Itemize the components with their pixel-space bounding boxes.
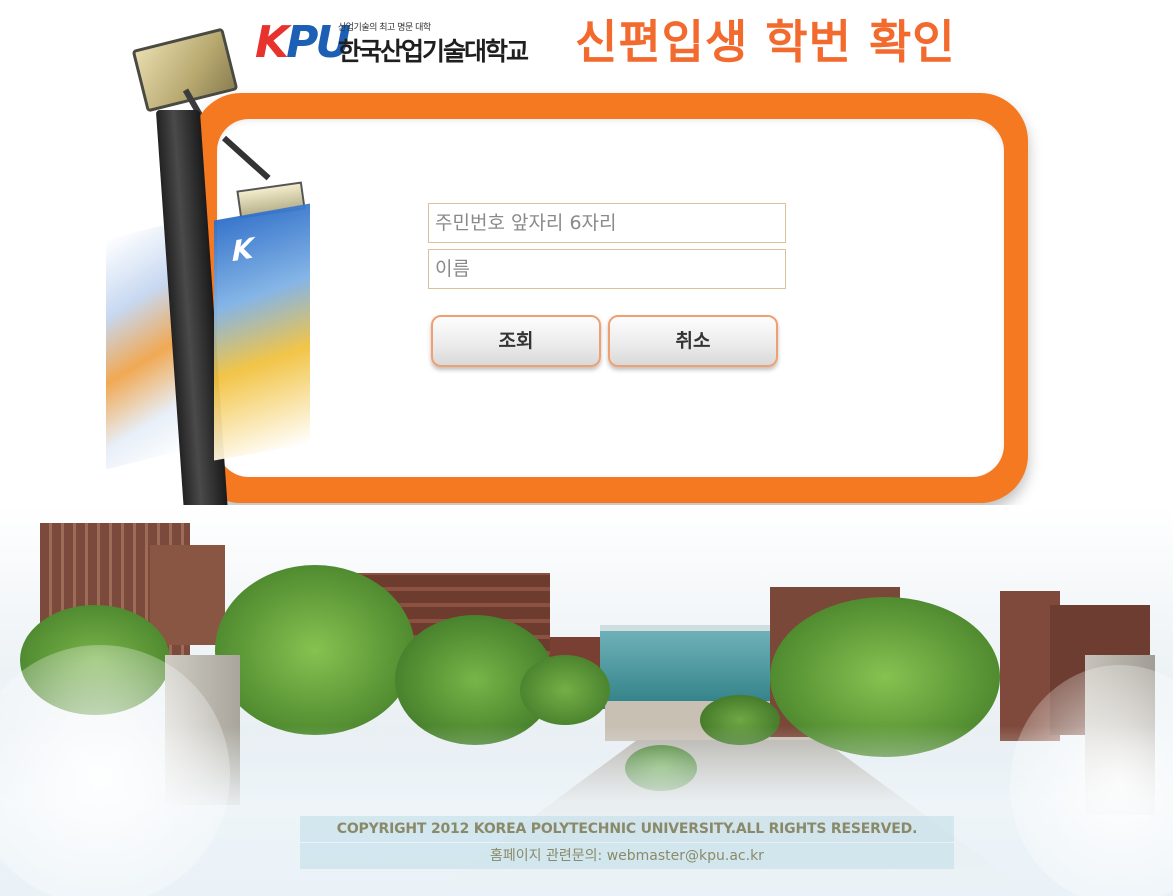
logo-letter-p: P <box>286 17 318 68</box>
form-frame <box>193 93 1028 503</box>
name-input[interactable] <box>428 249 786 289</box>
footer-copyright: COPYRIGHT 2012 KOREA POLYTECHNIC UNIVERS… <box>300 816 954 842</box>
logo-letter-k: K <box>255 17 289 68</box>
form-panel <box>217 119 1004 477</box>
birthdate-input[interactable] <box>428 203 786 243</box>
tree <box>215 565 415 735</box>
search-button[interactable]: 조회 <box>431 315 601 367</box>
tree <box>520 655 610 725</box>
campus-building <box>150 545 225 645</box>
kpu-logo: KPU <box>255 17 351 68</box>
cancel-button[interactable]: 취소 <box>608 315 778 367</box>
page-title: 신편입생 학번 확인 <box>575 15 956 69</box>
footer-contact: 홈페이지 관련문의: webmaster@kpu.ac.kr <box>300 843 954 869</box>
header: KPU 산업기술의 최고 명문 대학 한국산업기술대학교 신편입생 학번 확인 <box>255 8 1015 78</box>
university-name: 한국산업기술대학교 <box>338 37 529 66</box>
banner-logo-text: K <box>232 231 254 269</box>
banner-flag-right: K <box>214 203 310 461</box>
